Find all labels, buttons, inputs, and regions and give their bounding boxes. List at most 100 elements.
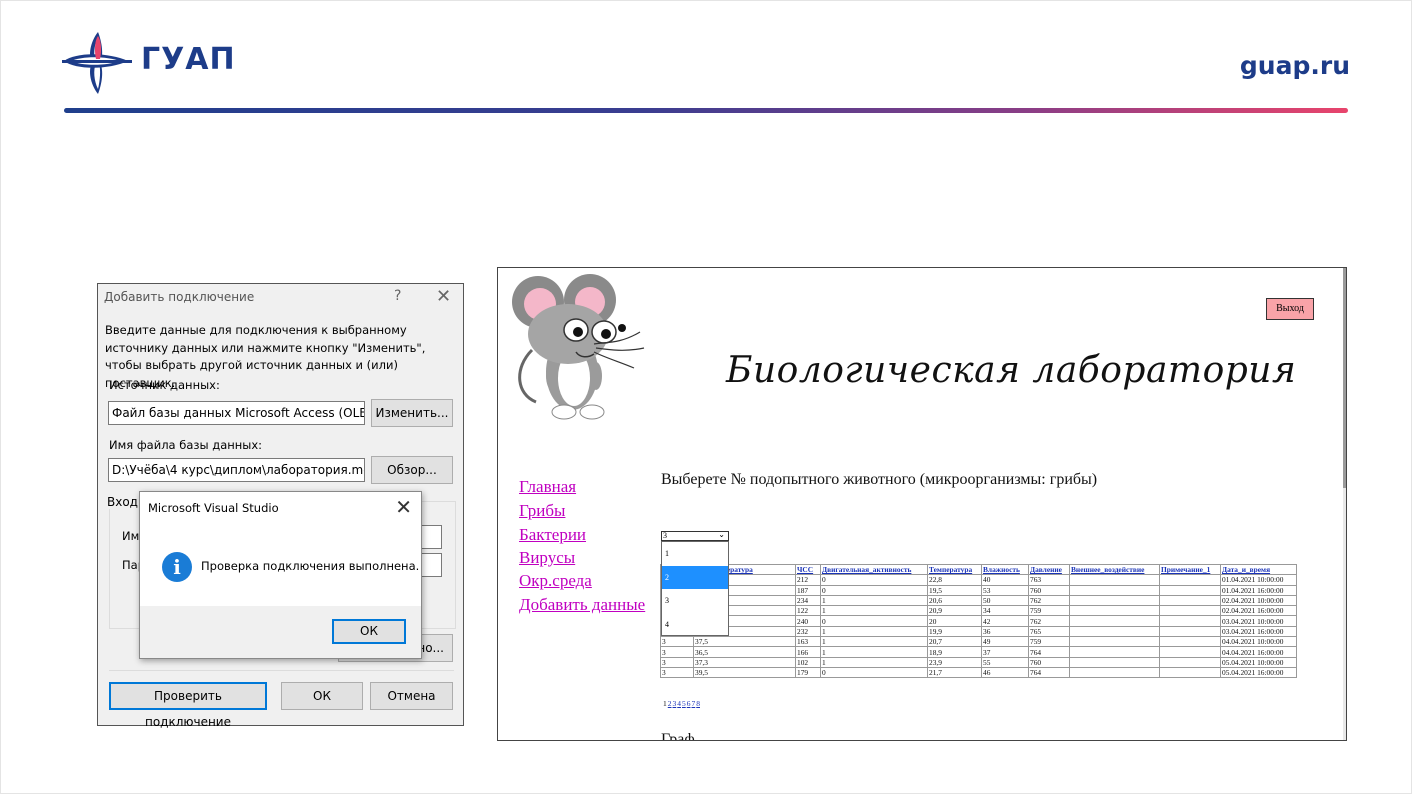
site-url: guap.ru <box>1239 51 1350 80</box>
table-cell <box>1159 625 1221 638</box>
table-cell: 05.04.2021 16:00:00 <box>1220 666 1297 679</box>
column-header[interactable]: Давление <box>1028 563 1070 576</box>
table-cell: 232 <box>795 625 821 638</box>
ok-button[interactable]: ОК <box>281 682 363 710</box>
test-connection-button[interactable]: Проверить подключение <box>109 682 267 729</box>
password-field[interactable] <box>420 553 442 577</box>
scrollbar-thumb[interactable] <box>1343 268 1346 488</box>
table-cell: 760 <box>1028 656 1070 668</box>
table-row: 3 39,5 179 0 21,7 46 764 05.04.2021 16:00:00 <box>660 666 1297 679</box>
scrollbar[interactable] <box>1343 268 1346 740</box>
table-cell: 04.04.2021 10:00:00 <box>1220 636 1297 648</box>
browse-button[interactable]: Обзор... <box>371 456 453 484</box>
table-cell: 02.04.2021 16:00:00 <box>1220 605 1297 617</box>
nav-link-add-data[interactable]: Добавить данные <box>519 595 645 615</box>
pagination: 12345678 <box>663 699 700 708</box>
table-cell <box>1159 666 1221 679</box>
db-file-field[interactable]: D:\Учёба\4 курс\диплом\лаборатория.mdb <box>108 458 365 482</box>
page-link[interactable]: 2 <box>668 699 672 708</box>
column-header[interactable]: ЧСС <box>795 563 821 576</box>
table-cell: 22,8 <box>927 574 982 586</box>
table-cell <box>1069 605 1160 617</box>
table-cell: 1 <box>820 646 928 658</box>
table-cell: 0 <box>820 584 928 596</box>
table-cell: 03.04.2021 10:00:00 <box>1220 615 1297 627</box>
nav-link-home[interactable]: Главная <box>519 477 576 497</box>
table-cell <box>1159 605 1221 617</box>
page-link[interactable]: 8 <box>696 699 700 708</box>
column-header[interactable]: Двигательная_активность <box>820 563 928 576</box>
table-cell: 19,5 <box>927 584 982 596</box>
page-link[interactable]: 7 <box>692 699 696 708</box>
table-cell: 20 <box>927 615 982 627</box>
close-icon[interactable]: ✕ <box>436 286 451 307</box>
data-table: ная_температураЧССДвигательная_активност… <box>660 563 1297 679</box>
user-name-field[interactable] <box>420 525 442 549</box>
logo-text: ГУАП <box>141 42 236 77</box>
column-header[interactable]: Примечание_1 <box>1159 563 1221 576</box>
exit-button[interactable]: Выход <box>1266 298 1314 320</box>
nav-link-viruses[interactable]: Вирусы <box>519 548 575 568</box>
page-link[interactable]: 3 <box>673 699 677 708</box>
subject-dropdown-list[interactable]: 1234 <box>661 541 729 636</box>
column-header[interactable]: Дата_и_время <box>1220 563 1297 576</box>
table-cell <box>1069 584 1160 596</box>
nav-link-bacteria[interactable]: Бактерии <box>519 525 586 545</box>
selection-prompt: Выберете № подопытного животного (микроо… <box>661 471 1098 488</box>
table-cell: 163 <box>795 636 821 648</box>
table-cell: 42 <box>981 615 1029 627</box>
cancel-button[interactable]: Отмена <box>370 682 453 710</box>
info-icon: i <box>162 552 192 582</box>
table-cell: 0 <box>820 615 928 627</box>
message-title: Microsoft Visual Studio <box>148 501 279 515</box>
help-icon[interactable]: ? <box>394 288 401 304</box>
header-divider <box>64 108 1348 113</box>
table-cell: 187 <box>795 584 821 596</box>
column-header[interactable]: Внешнее_воздействие <box>1069 563 1160 576</box>
change-button[interactable]: Изменить... <box>371 399 453 427</box>
table-cell: 0 <box>820 666 928 679</box>
nav-link-fungi[interactable]: Грибы <box>519 501 565 521</box>
dropdown-option[interactable]: 4 <box>662 613 728 637</box>
table-cell: 765 <box>1028 625 1070 638</box>
subject-select[interactable]: 3 ⌄ <box>661 531 729 541</box>
table-cell: 102 <box>795 656 821 668</box>
table-cell: 40 <box>981 574 1029 586</box>
column-header[interactable]: Влажность <box>981 563 1029 576</box>
table-cell: 34 <box>981 605 1029 617</box>
table-cell: 39,5 <box>693 666 796 679</box>
table-cell <box>1069 594 1160 607</box>
page-link[interactable]: 4 <box>677 699 681 708</box>
table-row: 3 37,3 102 1 23,9 55 760 05.04.2021 10:00:00 <box>660 656 1297 668</box>
table-cell: 20,7 <box>927 636 982 648</box>
table-cell: 764 <box>1028 666 1070 679</box>
table-cell: 166 <box>795 646 821 658</box>
table-cell: 02.04.2021 10:00:00 <box>1220 594 1297 607</box>
table-cell: 762 <box>1028 615 1070 627</box>
message-close-icon[interactable]: ✕ <box>395 495 412 519</box>
table-cell: 764 <box>1028 646 1070 658</box>
table-cell <box>1159 574 1221 586</box>
dropdown-option[interactable]: 1 <box>662 542 728 566</box>
data-source-field[interactable]: Файл базы данных Microsoft Access (OLE D… <box>108 401 365 425</box>
table-cell: 36 <box>981 625 1029 638</box>
table-cell: 49 <box>981 636 1029 648</box>
user-name-label: Им <box>122 529 140 543</box>
page-title: Биологическая лаборатория <box>726 350 1297 391</box>
table-cell: 37 <box>981 646 1029 658</box>
table-cell: 240 <box>795 615 821 627</box>
dropdown-option[interactable]: 3 <box>662 589 728 613</box>
nav-link-environment[interactable]: Окр.среда <box>519 571 592 591</box>
dropdown-option[interactable]: 2 <box>662 565 728 589</box>
dialog-separator <box>109 670 454 671</box>
table-cell: 55 <box>981 656 1029 668</box>
column-header[interactable]: Температура <box>927 563 982 576</box>
table-cell: 759 <box>1028 636 1070 648</box>
page-link[interactable]: 6 <box>687 699 691 708</box>
table-row: 3 36,5 166 1 18,9 37 764 04.04.2021 16:00:00 <box>660 646 1297 658</box>
page-link[interactable]: 5 <box>682 699 686 708</box>
message-ok-button[interactable]: ОК <box>332 619 406 644</box>
table-cell: 20,6 <box>927 594 982 607</box>
table-cell: 234 <box>795 594 821 607</box>
table-cell: 179 <box>795 666 821 679</box>
